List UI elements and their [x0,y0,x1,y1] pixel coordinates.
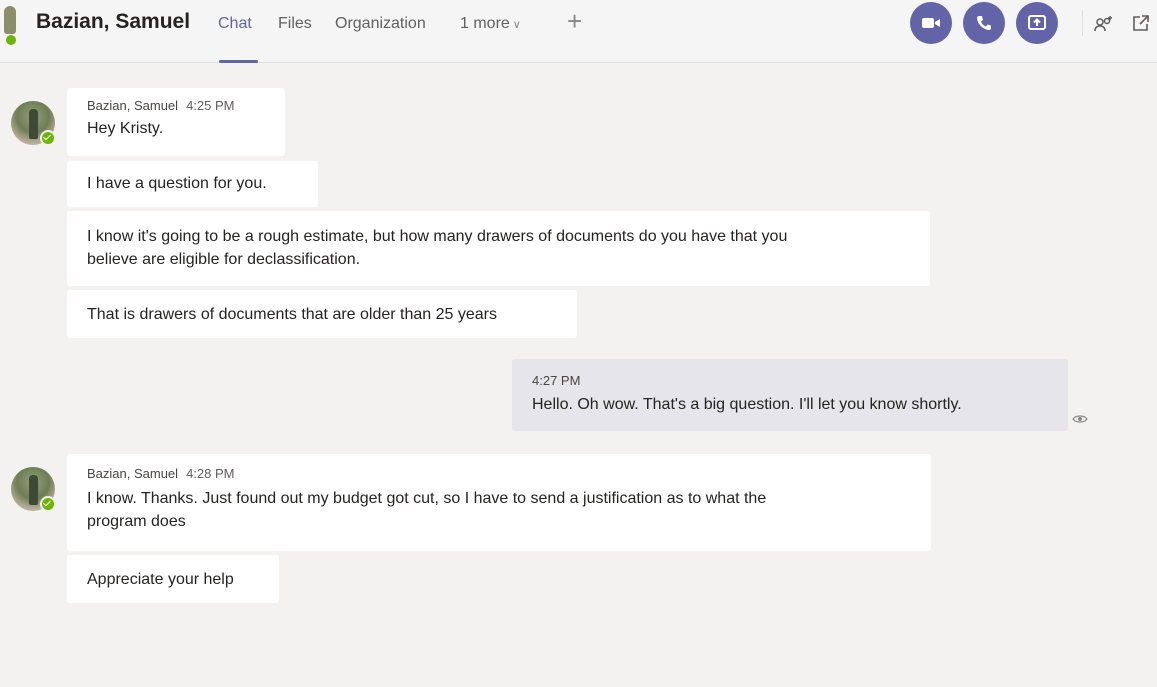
message-text-line: I know. Thanks. Just found out my budget… [87,490,767,507]
chat-header: Bazian, Samuel Chat Files Organization 1… [0,0,1157,63]
message-time: 4:28 PM [186,466,235,481]
more-tabs-dropdown[interactable]: 1 more ∨ [460,15,521,33]
message-bubble[interactable]: I have a question for you. [67,161,318,207]
message-meta: Bazian, Samuel 4:25 PM [87,98,265,114]
audio-call-icon [977,16,991,30]
presence-available-icon [5,34,17,46]
add-people-icon [1094,16,1112,32]
share-screen-icon [1028,15,1046,30]
my-message-bubble[interactable]: 4:27 PM Hello. Oh wow. That's a big ques… [512,359,1068,431]
message-text: Hello. Oh wow. That's a big question. I'… [532,396,962,413]
video-call-button[interactable] [910,2,952,44]
chevron-down-icon: ∨ [512,19,521,31]
message-bubble[interactable]: Bazian, Samuel 4:28 PM I know. Thanks. Ju… [67,454,931,551]
tab-organization[interactable]: Organization [335,15,426,33]
pop-out-icon [1133,15,1149,31]
sender-avatar[interactable] [11,101,56,146]
message-text-line: I know it's going to be a rough estimate… [87,228,788,245]
add-tab-button[interactable]: + [567,6,582,37]
presence-available-icon [40,130,56,146]
message-text: Hey Kristy. [87,120,164,137]
message-time: 4:27 PM [532,373,581,388]
add-people-button[interactable] [1093,12,1115,34]
pop-out-button[interactable] [1130,12,1152,34]
message-text: I have a question for you. [87,175,267,192]
presence-available-icon [40,496,56,512]
message-text: That is drawers of documents that are ol… [87,306,497,323]
avatar-image [29,475,38,505]
tab-files[interactable]: Files [278,15,312,33]
avatar-image [4,6,16,34]
message-time: 4:25 PM [186,98,235,113]
active-tab-indicator [219,60,258,63]
avatar-image [29,109,38,139]
message-text-line: believe are eligible for declassificatio… [87,251,361,268]
seen-receipt-icon [1072,411,1088,429]
contact-avatar-small[interactable] [4,6,18,46]
message-bubble[interactable]: Bazian, Samuel 4:25 PM Hey Kristy. [67,88,285,156]
sender-avatar[interactable] [11,467,56,512]
message-text: Appreciate your help [87,571,234,588]
message-bubble[interactable]: Appreciate your help [67,555,279,603]
more-tabs-label: 1 more [460,15,510,32]
message-meta: Bazian, Samuel 4:28 PM [87,466,911,482]
audio-call-button[interactable] [963,2,1005,44]
message-text-line: program does [87,513,186,530]
header-divider [1082,10,1083,36]
message-bubble[interactable]: That is drawers of documents that are ol… [67,290,577,338]
chat-title: Bazian, Samuel [36,10,191,33]
message-sender: Bazian, Samuel [87,466,179,481]
message-sender: Bazian, Samuel [87,98,179,113]
share-screen-button[interactable] [1016,2,1058,44]
video-call-icon [922,18,940,28]
message-bubble[interactable]: I know it's going to be a rough estimate… [67,211,930,286]
tab-chat[interactable]: Chat [218,15,252,33]
